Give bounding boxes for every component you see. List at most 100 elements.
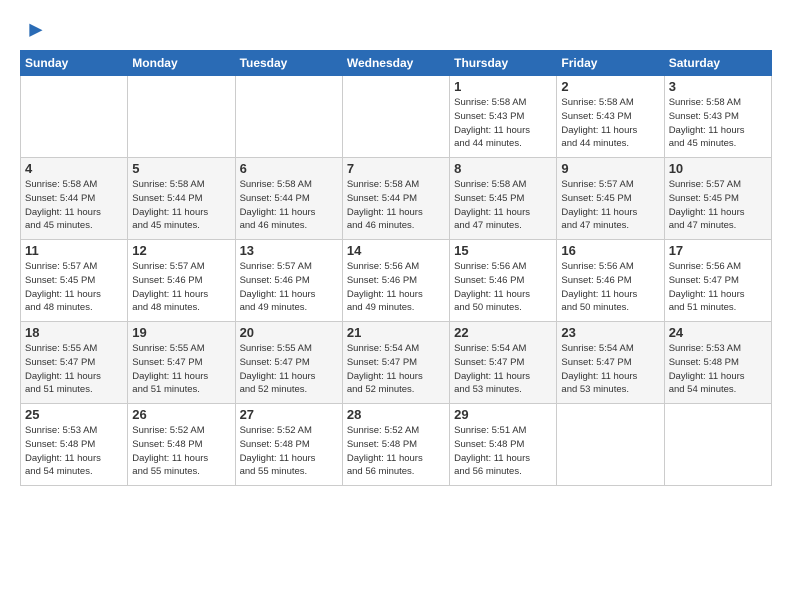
calendar-table: SundayMondayTuesdayWednesdayThursdayFrid… <box>20 50 772 486</box>
week-row-0: 1Sunrise: 5:58 AMSunset: 5:43 PMDaylight… <box>21 76 772 158</box>
calendar-cell: 21 Sunrise: 5:54 AMSunset: 5:47 PMDayligh… <box>342 322 449 404</box>
day-info: Sunrise: 5:58 AMSunset: 5:43 PMDaylight:… <box>669 96 767 151</box>
day-number: 12 <box>132 243 230 258</box>
calendar-cell: 29 Sunrise: 5:51 AMSunset: 5:48 PMDayligh… <box>450 404 557 486</box>
weekday-header-friday: Friday <box>557 51 664 76</box>
day-number: 13 <box>240 243 338 258</box>
day-info: Sunrise: 5:58 AMSunset: 5:45 PMDaylight:… <box>454 178 552 233</box>
calendar-cell <box>128 76 235 158</box>
week-row-3: 18 Sunrise: 5:55 AMSunset: 5:47 PMDayligh… <box>21 322 772 404</box>
day-number: 26 <box>132 407 230 422</box>
calendar-cell: 1Sunrise: 5:58 AMSunset: 5:43 PMDaylight… <box>450 76 557 158</box>
week-row-1: 4 Sunrise: 5:58 AMSunset: 5:44 PMDaylight… <box>21 158 772 240</box>
day-number: 8 <box>454 161 552 176</box>
day-number: 21 <box>347 325 445 340</box>
day-number: 29 <box>454 407 552 422</box>
day-info: Sunrise: 5:54 AMSunset: 5:47 PMDaylight:… <box>561 342 659 397</box>
day-info: Sunrise: 5:55 AMSunset: 5:47 PMDaylight:… <box>132 342 230 397</box>
calendar-cell: 17 Sunrise: 5:56 AMSunset: 5:47 PMDayligh… <box>664 240 771 322</box>
day-number: 6 <box>240 161 338 176</box>
day-info: Sunrise: 5:53 AMSunset: 5:48 PMDaylight:… <box>25 424 123 479</box>
weekday-header-row: SundayMondayTuesdayWednesdayThursdayFrid… <box>21 51 772 76</box>
day-info: Sunrise: 5:57 AMSunset: 5:46 PMDaylight:… <box>240 260 338 315</box>
day-number: 23 <box>561 325 659 340</box>
day-info: Sunrise: 5:58 AMSunset: 5:44 PMDaylight:… <box>347 178 445 233</box>
day-info: Sunrise: 5:58 AMSunset: 5:44 PMDaylight:… <box>240 178 338 233</box>
day-number: 18 <box>25 325 123 340</box>
logo-icon <box>22 20 44 42</box>
weekday-header-thursday: Thursday <box>450 51 557 76</box>
day-number: 10 <box>669 161 767 176</box>
weekday-header-sunday: Sunday <box>21 51 128 76</box>
header <box>20 16 772 42</box>
week-row-4: 25 Sunrise: 5:53 AMSunset: 5:48 PMDayligh… <box>21 404 772 486</box>
calendar-cell: 20 Sunrise: 5:55 AMSunset: 5:47 PMDayligh… <box>235 322 342 404</box>
day-info: Sunrise: 5:57 AMSunset: 5:45 PMDaylight:… <box>25 260 123 315</box>
day-info: Sunrise: 5:52 AMSunset: 5:48 PMDaylight:… <box>132 424 230 479</box>
day-info: Sunrise: 5:54 AMSunset: 5:47 PMDaylight:… <box>347 342 445 397</box>
day-info: Sunrise: 5:58 AMSunset: 5:44 PMDaylight:… <box>25 178 123 233</box>
calendar-cell: 10 Sunrise: 5:57 AMSunset: 5:45 PMDayligh… <box>664 158 771 240</box>
calendar-cell: 19 Sunrise: 5:55 AMSunset: 5:47 PMDayligh… <box>128 322 235 404</box>
calendar-cell: 3Sunrise: 5:58 AMSunset: 5:43 PMDaylight… <box>664 76 771 158</box>
day-number: 2 <box>561 79 659 94</box>
calendar-cell: 27 Sunrise: 5:52 AMSunset: 5:48 PMDayligh… <box>235 404 342 486</box>
calendar-cell: 22 Sunrise: 5:54 AMSunset: 5:47 PMDayligh… <box>450 322 557 404</box>
day-info: Sunrise: 5:56 AMSunset: 5:46 PMDaylight:… <box>347 260 445 315</box>
calendar-cell: 7 Sunrise: 5:58 AMSunset: 5:44 PMDaylight… <box>342 158 449 240</box>
day-number: 14 <box>347 243 445 258</box>
weekday-header-wednesday: Wednesday <box>342 51 449 76</box>
day-info: Sunrise: 5:55 AMSunset: 5:47 PMDaylight:… <box>240 342 338 397</box>
calendar-cell: 23 Sunrise: 5:54 AMSunset: 5:47 PMDayligh… <box>557 322 664 404</box>
calendar-cell <box>664 404 771 486</box>
calendar-cell: 5 Sunrise: 5:58 AMSunset: 5:44 PMDaylight… <box>128 158 235 240</box>
day-number: 17 <box>669 243 767 258</box>
calendar-cell: 24 Sunrise: 5:53 AMSunset: 5:48 PMDayligh… <box>664 322 771 404</box>
day-number: 5 <box>132 161 230 176</box>
weekday-header-monday: Monday <box>128 51 235 76</box>
weekday-header-saturday: Saturday <box>664 51 771 76</box>
day-info: Sunrise: 5:56 AMSunset: 5:46 PMDaylight:… <box>454 260 552 315</box>
calendar-cell: 2Sunrise: 5:58 AMSunset: 5:43 PMDaylight… <box>557 76 664 158</box>
weekday-header-tuesday: Tuesday <box>235 51 342 76</box>
day-number: 27 <box>240 407 338 422</box>
day-info: Sunrise: 5:58 AMSunset: 5:44 PMDaylight:… <box>132 178 230 233</box>
calendar-cell <box>557 404 664 486</box>
day-info: Sunrise: 5:52 AMSunset: 5:48 PMDaylight:… <box>240 424 338 479</box>
calendar-cell: 15 Sunrise: 5:56 AMSunset: 5:46 PMDayligh… <box>450 240 557 322</box>
day-info: Sunrise: 5:52 AMSunset: 5:48 PMDaylight:… <box>347 424 445 479</box>
day-number: 9 <box>561 161 659 176</box>
calendar-cell: 4 Sunrise: 5:58 AMSunset: 5:44 PMDaylight… <box>21 158 128 240</box>
day-number: 15 <box>454 243 552 258</box>
calendar-cell: 13 Sunrise: 5:57 AMSunset: 5:46 PMDayligh… <box>235 240 342 322</box>
day-info: Sunrise: 5:56 AMSunset: 5:47 PMDaylight:… <box>669 260 767 315</box>
week-row-2: 11 Sunrise: 5:57 AMSunset: 5:45 PMDayligh… <box>21 240 772 322</box>
calendar-cell: 9 Sunrise: 5:57 AMSunset: 5:45 PMDaylight… <box>557 158 664 240</box>
day-number: 28 <box>347 407 445 422</box>
calendar-cell: 6 Sunrise: 5:58 AMSunset: 5:44 PMDaylight… <box>235 158 342 240</box>
day-number: 4 <box>25 161 123 176</box>
day-number: 7 <box>347 161 445 176</box>
calendar-cell <box>21 76 128 158</box>
calendar-cell: 16Sunrise: 5:56 AMSunset: 5:46 PMDayligh… <box>557 240 664 322</box>
day-info: Sunrise: 5:53 AMSunset: 5:48 PMDaylight:… <box>669 342 767 397</box>
day-number: 11 <box>25 243 123 258</box>
day-info: Sunrise: 5:51 AMSunset: 5:48 PMDaylight:… <box>454 424 552 479</box>
day-info: Sunrise: 5:54 AMSunset: 5:47 PMDaylight:… <box>454 342 552 397</box>
day-number: 25 <box>25 407 123 422</box>
logo <box>20 20 44 42</box>
calendar-cell: 12Sunrise: 5:57 AMSunset: 5:46 PMDayligh… <box>128 240 235 322</box>
day-number: 22 <box>454 325 552 340</box>
day-info: Sunrise: 5:57 AMSunset: 5:45 PMDaylight:… <box>669 178 767 233</box>
calendar-cell <box>342 76 449 158</box>
day-info: Sunrise: 5:58 AMSunset: 5:43 PMDaylight:… <box>454 96 552 151</box>
day-number: 24 <box>669 325 767 340</box>
day-number: 19 <box>132 325 230 340</box>
calendar-cell <box>235 76 342 158</box>
day-number: 20 <box>240 325 338 340</box>
calendar-cell: 28 Sunrise: 5:52 AMSunset: 5:48 PMDayligh… <box>342 404 449 486</box>
day-info: Sunrise: 5:57 AMSunset: 5:45 PMDaylight:… <box>561 178 659 233</box>
calendar-cell: 14 Sunrise: 5:56 AMSunset: 5:46 PMDayligh… <box>342 240 449 322</box>
calendar-cell: 8 Sunrise: 5:58 AMSunset: 5:45 PMDaylight… <box>450 158 557 240</box>
calendar-cell: 18Sunrise: 5:55 AMSunset: 5:47 PMDayligh… <box>21 322 128 404</box>
